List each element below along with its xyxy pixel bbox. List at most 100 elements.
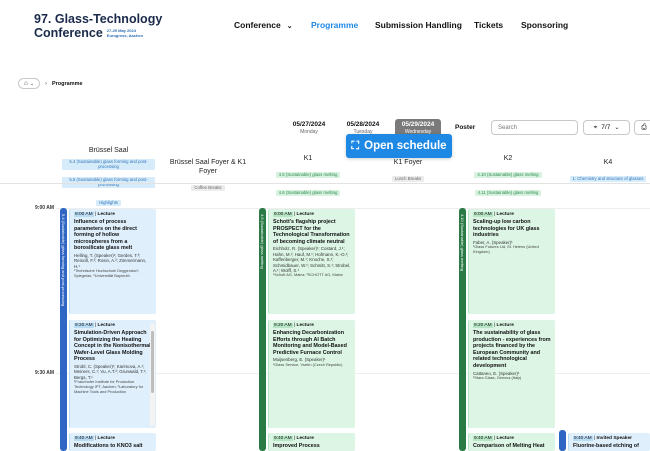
lecture-type: Lecture — [496, 323, 514, 328]
column-k1: K1 4.5 (Sustainable) glass melting 4.6 (… — [262, 154, 354, 199]
logo-title: 97. Glass-Technology — [34, 12, 163, 26]
lecture-type: Lecture — [296, 436, 314, 441]
date-label: 05/29/2024 — [401, 121, 435, 128]
lecture-title: Modifications to KNO3 salt — [74, 443, 143, 449]
column-k1-foyer: K1 Foyer Lunch Breaks — [362, 158, 454, 185]
lecture-card[interactable]: 9:40 AM | Lecture Comparison of Melting … — [468, 433, 555, 451]
session-bar-k2[interactable]: 4.10 (Sustainable) glass melting — [459, 208, 466, 451]
lecture-title: Simulation-Driven Approach for Optimizin… — [74, 330, 151, 363]
breadcrumb-current: Programme — [52, 80, 83, 87]
session-tag[interactable]: 1: Chemistry and structure of glasses — [569, 176, 647, 182]
logo-place: Eurogress, Aachen — [106, 33, 144, 38]
location-pin-icon: ⌖ — [593, 123, 598, 131]
home-button[interactable]: ⌂ ⌄ — [18, 78, 40, 89]
lecture-card[interactable]: 9:00 AM | Lecture Schott's flagship proj… — [268, 209, 355, 314]
chevron-right-icon: › — [45, 80, 47, 87]
lecture-time: 9:40 AM — [74, 436, 94, 441]
column-title: Brüssel Saal — [88, 147, 129, 154]
lecture-time: 9:20 AM — [273, 323, 293, 328]
lecture-time: 9:00 AM — [273, 212, 293, 217]
lecture-time: 9:20 AM — [473, 323, 493, 328]
lecture-title: Schott's flagship project PROSPECT for t… — [273, 219, 350, 245]
nav-sponsoring[interactable]: Sponsoring — [521, 20, 568, 30]
lecture-affiliation: ¹Schott AG, Mainz; ²SCHOTT AG, Mainz — [273, 272, 343, 278]
lecture-card[interactable]: 9:00 AM | Lecture Influence of process p… — [69, 209, 156, 314]
session-tag[interactable]: 4.11 (Sustainable) glass melting — [474, 190, 542, 196]
lecture-card[interactable]: 9:20 AM | Lecture Enhancing Decarbonizat… — [268, 320, 355, 428]
room-filter-button[interactable]: ⌖ 7/7 ⌄ — [583, 120, 630, 135]
session-tag[interactable]: 4.6 (Sustainable) glass melting — [275, 190, 341, 196]
session-bar-label: 5.4 (Sustainable) glass forming and post… — [61, 214, 66, 307]
lecture-title: Comparison of Melting Heat — [473, 443, 545, 449]
lecture-card[interactable]: 9:40 AM | Lecture Modifications to KNO3 … — [69, 433, 156, 451]
nav-programme[interactable]: Programme — [311, 20, 358, 30]
lecture-title: Influence of process parameters on the d… — [74, 219, 137, 252]
lecture-time: 9:40 AM — [273, 436, 293, 441]
column-k4: K4 1: Chemistry and structure of glasses — [560, 158, 650, 185]
date-tab-monday[interactable]: 05/27/2024 Monday — [286, 119, 332, 137]
lecture-title: Enhancing Decarbonization Efforts throug… — [273, 330, 347, 356]
lecture-title: Scaling-up low carbon technologies for U… — [473, 219, 540, 239]
chevron-down-icon: ⌄ — [614, 125, 620, 131]
column-title: K1 Foyer — [393, 159, 423, 166]
lecture-type: Lecture — [496, 436, 514, 441]
nav-submission-handling[interactable]: Submission Handling — [375, 20, 462, 30]
session-bar-label: 4.10 (Sustainable) glass melting — [460, 214, 465, 271]
lecture-time: 9:40 AM — [473, 436, 493, 441]
lecture-time: 9:00 AM — [473, 212, 493, 217]
lecture-title: Improved Process — [273, 443, 320, 449]
session-tag[interactable]: 5.4 (Sustainable) glass forming and post… — [62, 158, 155, 170]
lecture-type: Lecture — [296, 323, 314, 328]
card-scrollbar[interactable] — [150, 323, 155, 426]
lecture-card[interactable]: 9:40 AM | Invited Speaker Fluorine-based… — [568, 433, 650, 451]
home-icon: ⌂ — [23, 80, 28, 87]
session-bar-k1[interactable]: 4.5 (Sustainable) glass melting — [259, 208, 266, 451]
open-schedule-label: Open schedule — [364, 140, 447, 152]
conference-logo[interactable]: 97. Glass-Technology Conference 27-29 Ma… — [34, 12, 194, 40]
date-label: 05/28/2024 — [346, 121, 380, 128]
lecture-type: Lecture — [296, 212, 314, 217]
session-tag[interactable]: 4.5 (Sustainable) glass melting — [275, 172, 341, 178]
lecture-type: Lecture — [496, 212, 514, 217]
lecture-time: 9:20 AM — [74, 323, 94, 328]
open-schedule-button[interactable]: ⛶ Open schedule — [346, 134, 452, 158]
lecture-time: 9:40 AM — [573, 436, 593, 441]
column-title: K4 — [603, 159, 613, 166]
lecture-authors: Strobl, C. (Speaker)¹; Karimova, A.¹; Me… — [74, 363, 147, 380]
lecture-card[interactable]: 9:20 AM | Lecture The sustainability of … — [468, 320, 555, 428]
nav-tickets[interactable]: Tickets — [474, 20, 503, 30]
session-tag[interactable]: 4.10 (Sustainable) glass melting — [474, 172, 542, 178]
poster-button[interactable]: Poster — [455, 124, 475, 131]
date-label: 05/27/2024 — [292, 121, 326, 128]
chevron-down-icon: ⌄ — [29, 80, 35, 87]
room-filter-count: 7/7 — [601, 124, 611, 131]
lecture-type: Lecture — [97, 436, 115, 441]
scrollbar-thumb[interactable] — [151, 331, 154, 393]
lecture-affiliation: ¹Fraunhofer Institute for Production Tec… — [74, 379, 144, 394]
session-tag[interactable]: Lunch Breaks — [391, 176, 425, 182]
lecture-card[interactable]: 9:40 AM | Lecture Improved Process — [268, 433, 355, 451]
search-input[interactable]: Search — [491, 120, 578, 135]
nav-conference[interactable]: Conference ⌄ — [234, 20, 293, 30]
chevron-down-icon: ⌄ — [286, 23, 293, 30]
header-divider — [0, 183, 650, 184]
lecture-affiliation: ¹Glass Futures Ltd, St. Helens (United K… — [473, 244, 539, 254]
lecture-type: Lecture — [97, 212, 115, 217]
time-label: 9:30 AM — [35, 370, 54, 376]
lecture-title: The sustainability of glass production -… — [473, 330, 551, 369]
column-foyer: Brüssel Saal Foyer & K1 Foyer Coffee Bre… — [160, 158, 256, 194]
lecture-card[interactable]: 9:20 AM | Lecture Simulation-Driven Appr… — [69, 320, 156, 428]
breadcrumb: ⌂ ⌄ › Programme — [18, 78, 83, 89]
session-tag[interactable]: Highlights — [96, 200, 121, 206]
expand-icon: ⛶ — [351, 139, 360, 152]
lecture-affiliation: ¹Glass Service, Vsetín (Czech Republic) — [273, 361, 343, 367]
session-bar-label: 4.5 (Sustainable) glass melting — [260, 214, 265, 269]
print-button[interactable]: ⎙ — [634, 120, 650, 135]
print-icon: ⎙ — [641, 123, 647, 131]
session-tag[interactable]: 5.5 (Sustainable) glass forming and post… — [62, 176, 155, 188]
session-bar-k4[interactable] — [559, 430, 566, 451]
lecture-card[interactable]: 9:00 AM | Lecture Scaling-up low carbon … — [468, 209, 555, 314]
session-bar-bruessel[interactable]: 5.4 (Sustainable) glass forming and post… — [60, 208, 67, 451]
time-label: 9:00 AM — [35, 205, 54, 211]
session-tag[interactable]: Coffee Breaks — [191, 185, 225, 191]
